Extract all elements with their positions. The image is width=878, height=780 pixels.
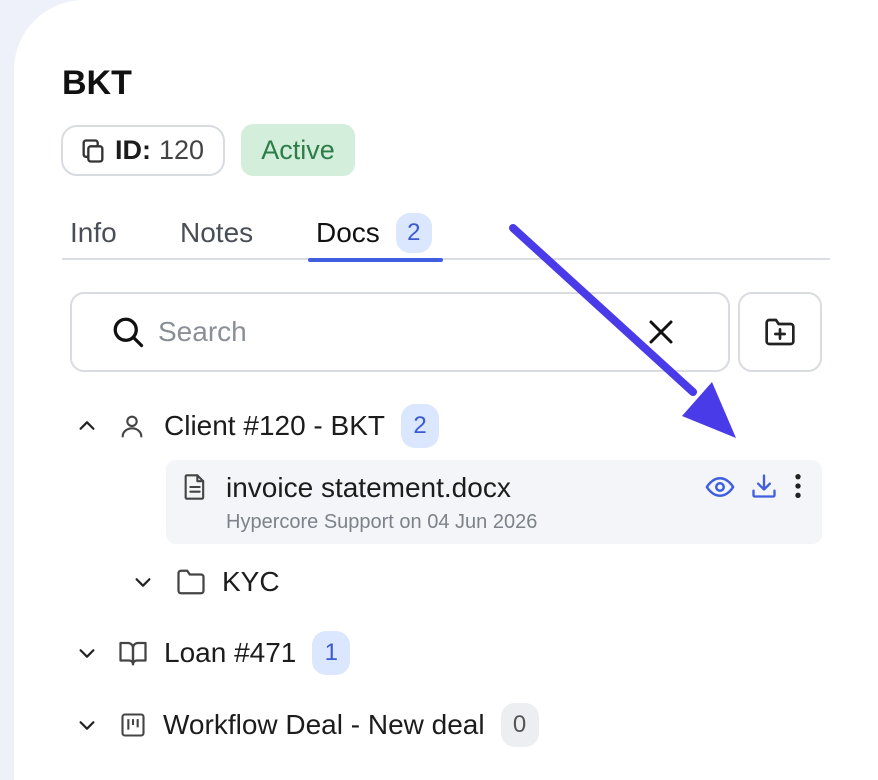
new-folder-button[interactable] xyxy=(738,292,822,372)
docs-count-badge: 2 xyxy=(395,212,432,253)
tree-node-label: Workflow Deal - New deal xyxy=(163,709,485,740)
chevron-down-icon[interactable] xyxy=(132,571,154,593)
user-icon xyxy=(121,415,143,438)
document-icon xyxy=(184,474,205,500)
chevron-down-icon[interactable] xyxy=(76,714,98,736)
page-title: BKT xyxy=(62,64,132,102)
download-icon[interactable] xyxy=(750,472,778,500)
tab-docs[interactable]: Docs 2 xyxy=(308,205,443,262)
tab-notes[interactable]: Notes xyxy=(180,205,253,260)
chevron-down-icon[interactable] xyxy=(76,642,98,664)
tree-node-kyc[interactable]: KYC xyxy=(132,560,280,604)
book-icon xyxy=(119,641,147,666)
workflow-count-badge: 0 xyxy=(500,703,539,747)
status-badge: Active xyxy=(241,124,355,176)
tree-node-loan[interactable]: Loan #471 1 xyxy=(76,631,351,675)
tree-node-label: Client #120 - BKT xyxy=(164,410,385,441)
tab-label: Notes xyxy=(180,216,254,248)
document-name: invoice statement.docx xyxy=(226,472,511,503)
tree-node-workflow[interactable]: Workflow Deal - New deal 0 xyxy=(76,703,539,747)
copy-icon xyxy=(82,138,104,163)
client-count-badge: 2 xyxy=(401,404,439,448)
folder-plus-icon xyxy=(765,318,795,346)
id-value: 120 xyxy=(159,135,205,165)
tab-info[interactable]: Info xyxy=(70,205,117,260)
tab-label: Info xyxy=(70,216,117,248)
tree-node-client[interactable]: Client #120 - BKT 2 xyxy=(76,404,439,448)
document-row[interactable]: invoice statement.docx Hypercore Support… xyxy=(166,460,822,544)
folder-icon xyxy=(177,569,205,595)
search-box xyxy=(70,292,730,372)
kanban-icon xyxy=(121,713,145,737)
eye-icon[interactable] xyxy=(704,472,736,502)
tab-bar: Info Notes Docs 2 xyxy=(62,205,830,262)
copy-id-button[interactable]: ID: 120 xyxy=(61,125,225,176)
id-key: ID: xyxy=(115,135,151,165)
more-vertical-icon[interactable] xyxy=(788,472,808,500)
tab-label: Docs xyxy=(316,216,380,248)
side-panel: BKT ID: 120 Active Info Notes Docs 2 Sea… xyxy=(14,0,878,780)
document-meta: Hypercore Support on 04 Jun 2026 xyxy=(226,511,538,533)
loan-count-badge: 1 xyxy=(312,631,351,675)
tree-node-label: KYC xyxy=(222,566,280,597)
search-icon xyxy=(113,317,144,348)
close-icon[interactable] xyxy=(646,317,676,347)
tree-node-label: Loan #471 xyxy=(164,637,297,668)
search-input[interactable] xyxy=(158,316,638,348)
chevron-up-icon[interactable] xyxy=(76,415,98,437)
